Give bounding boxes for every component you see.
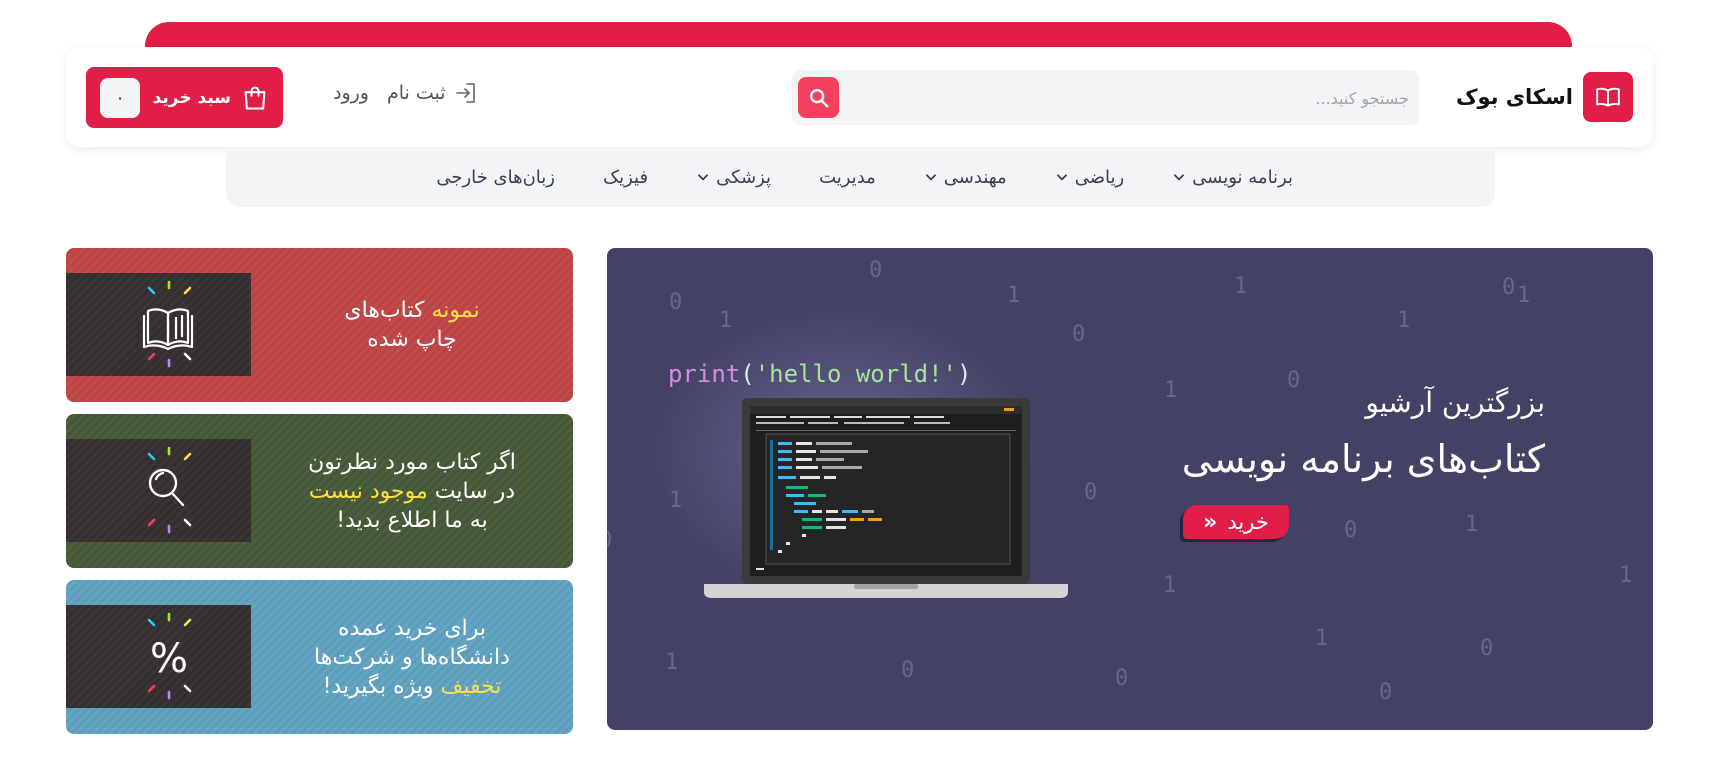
hero-buy-button[interactable]: خرید « bbox=[1183, 505, 1289, 539]
cart-label: سبد خرید bbox=[152, 87, 231, 108]
bg-digit: 1 bbox=[1465, 512, 1479, 537]
chevron-down-icon bbox=[1174, 174, 1185, 181]
card-request-book[interactable]: اگر کتاب مورد نظرتون در سایت موجود نیست … bbox=[66, 414, 573, 568]
percent-icon: % bbox=[147, 612, 192, 700]
code-snippet: print('hello world!') bbox=[668, 360, 971, 388]
card-line: دانشگاه‌ها و شرکت‌ها bbox=[314, 644, 510, 670]
bg-digit: 0 bbox=[607, 528, 612, 553]
card-line: به ما اطلاع بدید! bbox=[336, 507, 488, 533]
bg-digit: 1 bbox=[1315, 626, 1329, 651]
bg-digit: 1 bbox=[1397, 308, 1411, 333]
bg-digit: 0 bbox=[901, 658, 915, 683]
magnifier-icon bbox=[147, 446, 192, 534]
double-chevron-icon: « bbox=[1203, 509, 1218, 535]
card-line: اگر کتاب مورد نظرتون bbox=[308, 449, 516, 475]
hero-banner: 0 1 0 1 0 1 0 1 1 0 1 1 0 0 0 1 1 1 1 0 … bbox=[607, 248, 1653, 730]
card-text-part: کتاب‌های bbox=[344, 298, 432, 323]
category-nav: برنامه نویسی ریاضی مهندسی مدیریت پزشکی فیزیک ز… bbox=[226, 147, 1495, 207]
svg-text:%: % bbox=[150, 636, 188, 682]
card-text: برای خرید عمده دانشگاه‌ها و شرکت‌ها تخفی… bbox=[251, 580, 573, 734]
card-line: چاپ شده bbox=[367, 327, 457, 352]
cart-button[interactable]: سبد خرید ۰ bbox=[86, 67, 283, 128]
chevron-down-icon bbox=[698, 174, 709, 181]
chevron-down-icon bbox=[925, 174, 936, 181]
hero-subtitle: بزرگترین آرشیو bbox=[1365, 386, 1545, 419]
card-highlight: تخفیف bbox=[440, 673, 502, 699]
register-link[interactable]: ثبت نام bbox=[387, 81, 478, 105]
bg-digit: 0 bbox=[869, 258, 883, 283]
nav-item-label: مدیریت bbox=[819, 166, 876, 188]
nav-item[interactable]: مهندسی bbox=[876, 167, 1007, 188]
card-line: برای خرید عمده bbox=[338, 615, 486, 641]
card-icon-box bbox=[66, 273, 251, 376]
nav-item[interactable]: زبان‌های خارجی bbox=[388, 167, 555, 188]
nav-item-label: مهندسی bbox=[943, 166, 1007, 188]
card-text-part: در سایت bbox=[427, 478, 516, 504]
bg-digit: 1 bbox=[1619, 563, 1633, 588]
chevron-down-icon bbox=[1056, 174, 1067, 181]
card-icon-box bbox=[66, 439, 251, 542]
search-button[interactable] bbox=[798, 77, 839, 118]
bg-digit: 1 bbox=[1164, 378, 1178, 403]
login-link[interactable]: ورود bbox=[333, 82, 369, 104]
category-list: برنامه نویسی ریاضی مهندسی مدیریت پزشکی فیزیک ز… bbox=[388, 147, 1293, 207]
card-text-part: ویژه بگیرید! bbox=[322, 673, 441, 699]
cart-count-badge: ۰ bbox=[100, 77, 140, 118]
login-label: ورود bbox=[333, 82, 369, 104]
auth-links: ثبت نام ورود bbox=[333, 81, 478, 105]
nav-item[interactable]: پزشکی bbox=[648, 167, 771, 188]
search-input[interactable] bbox=[869, 80, 1409, 116]
bg-digit: 1 bbox=[1517, 283, 1531, 308]
search-box bbox=[792, 70, 1419, 125]
nav-item[interactable]: مدیریت bbox=[771, 167, 876, 188]
nav-item[interactable]: فیزیک bbox=[555, 167, 648, 188]
code-paren-open: ( bbox=[740, 360, 755, 388]
nav-item-label: برنامه نویسی bbox=[1192, 166, 1293, 188]
card-highlight: نمونه bbox=[431, 298, 480, 323]
card-icon-box: % bbox=[66, 605, 251, 708]
nav-item-label: فیزیک bbox=[603, 166, 649, 188]
bg-digit: 1 bbox=[1234, 274, 1248, 299]
card-highlight: موجود نیست bbox=[308, 478, 428, 504]
card-printed-samples[interactable]: نمونه کتاب‌های چاپ شده bbox=[66, 248, 573, 402]
nav-item-label: پزشکی bbox=[716, 166, 772, 188]
bg-digit: 1 bbox=[665, 650, 679, 675]
brand-name: اسکای بوک bbox=[1455, 85, 1573, 109]
bg-digit: 0 bbox=[1072, 322, 1086, 347]
bg-digit: 0 bbox=[1379, 680, 1393, 705]
bg-digit: 0 bbox=[1084, 480, 1098, 505]
site-header: اسکای بوک ثبت نام ورود سبد خرید bbox=[66, 47, 1653, 147]
card-text: نمونه کتاب‌های چاپ شده bbox=[251, 248, 573, 402]
card-line: تخفیف ویژه بگیرید! bbox=[323, 672, 502, 701]
bg-digit: 0 bbox=[1115, 666, 1129, 691]
card-line: در سایت موجود نیست bbox=[309, 477, 515, 506]
card-line: نمونه کتاب‌های bbox=[344, 296, 479, 325]
nav-item-label: ریاضی bbox=[1074, 166, 1125, 188]
open-book-icon bbox=[142, 280, 194, 368]
laptop-illustration bbox=[704, 398, 1068, 598]
bg-digit: 0 bbox=[1502, 275, 1516, 300]
brand-logo[interactable]: اسکای بوک bbox=[1456, 72, 1633, 122]
code-paren-close: ) bbox=[957, 360, 972, 388]
login-arrow-icon bbox=[455, 83, 475, 103]
search-icon bbox=[809, 88, 828, 107]
nav-item-label: زبان‌های خارجی bbox=[436, 166, 555, 188]
book-icon bbox=[1583, 72, 1633, 122]
buy-label: خرید bbox=[1227, 510, 1269, 534]
code-string: 'hello world!' bbox=[754, 360, 957, 388]
hero-text: بزرگترین آرشیو کتاب‌های برنامه نویسی bbox=[1182, 386, 1545, 481]
shopping-bag-icon bbox=[244, 85, 266, 110]
nav-item[interactable]: برنامه نویسی bbox=[1124, 167, 1293, 188]
card-text: اگر کتاب مورد نظرتون در سایت موجود نیست … bbox=[251, 414, 573, 568]
code-function: print bbox=[668, 360, 741, 388]
nav-item[interactable]: ریاضی bbox=[1007, 167, 1124, 188]
register-label: ثبت نام bbox=[387, 82, 446, 104]
bg-digit: 0 bbox=[1344, 518, 1358, 543]
bg-digit: 0 bbox=[1480, 636, 1494, 661]
hero-title: کتاب‌های برنامه نویسی bbox=[1181, 437, 1545, 481]
card-bulk-discount[interactable]: % برای خرید عمده دانشگاه‌ها و شرکت‌ها تخ… bbox=[66, 580, 573, 734]
bg-digit: 1 bbox=[1163, 573, 1177, 598]
